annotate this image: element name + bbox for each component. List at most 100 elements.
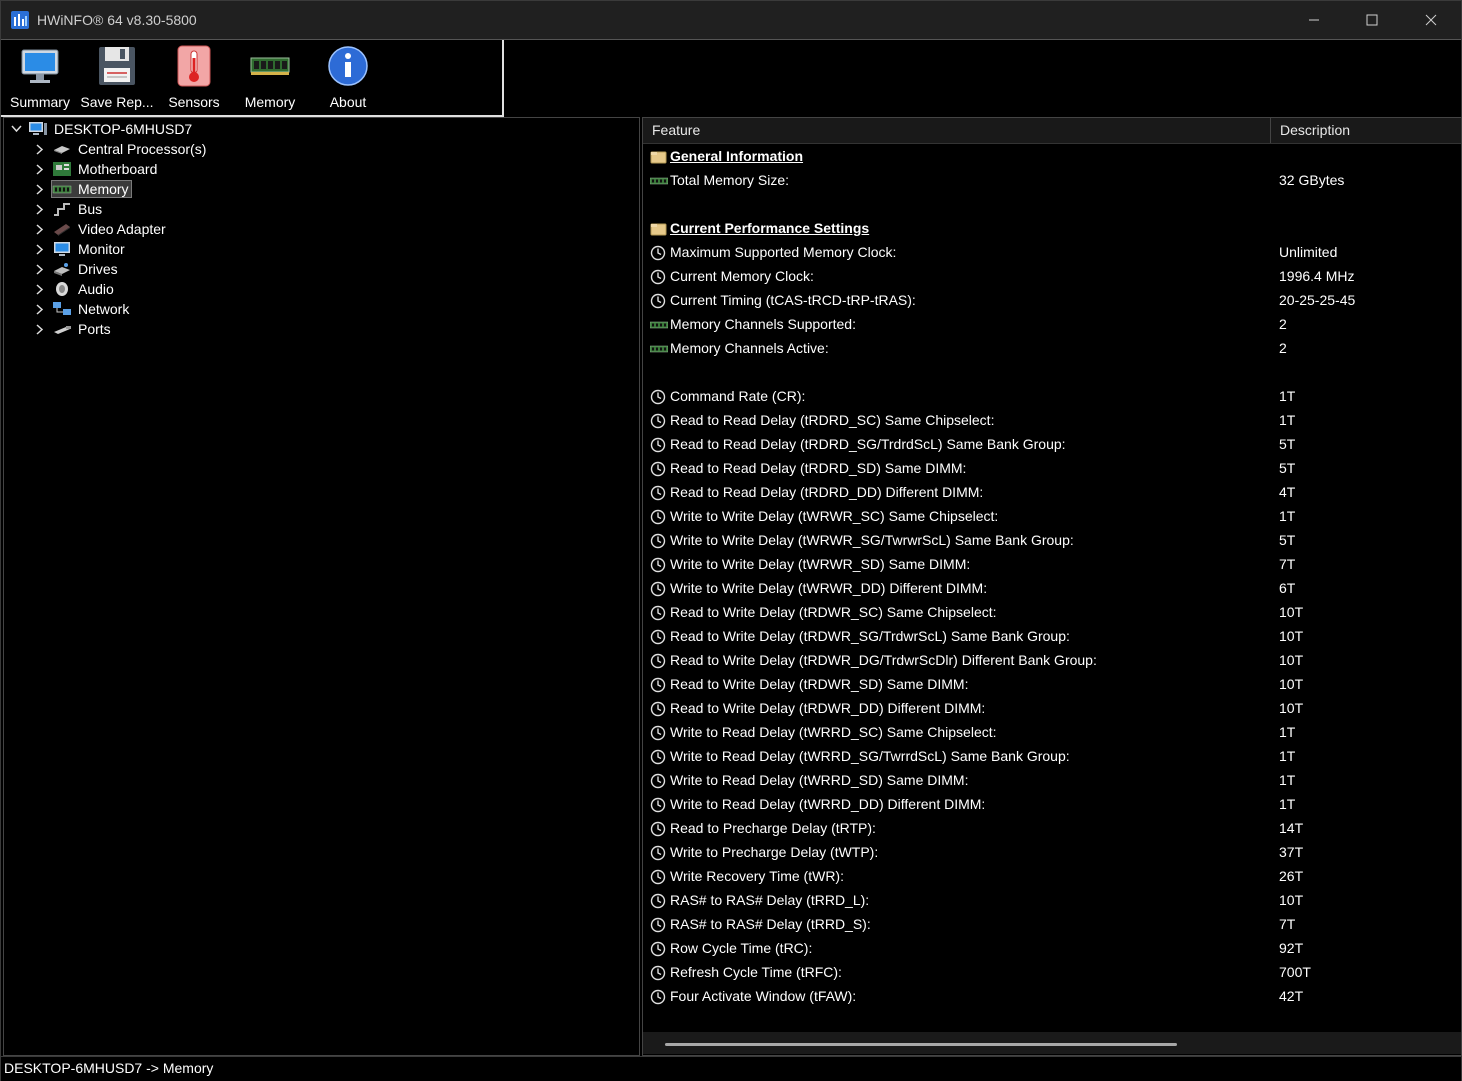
table-row[interactable]: Read to Write Delay (tRDWR_SG/TrdwrScL) … [643, 625, 1461, 649]
section-header-row[interactable]: Current Performance Settings [643, 217, 1461, 241]
section-title: Current Performance Settings [670, 220, 870, 236]
chevron-right-icon[interactable] [34, 259, 46, 279]
close-button[interactable] [1402, 1, 1460, 39]
tree-item-network[interactable]: Network [34, 299, 131, 319]
tree-item-memory[interactable]: Memory [34, 179, 132, 199]
tree-item-motherboard[interactable]: Motherboard [34, 159, 159, 179]
summary-button[interactable]: Summary [6, 42, 74, 112]
table-row[interactable]: Write to Write Delay (tWRWR_SC) Same Chi… [643, 505, 1461, 529]
about-button[interactable]: About [315, 42, 381, 112]
feature-label: Write to Write Delay (tWRWR_DD) Differen… [670, 580, 988, 596]
table-row[interactable]: RAS# to RAS# Delay (tRRD_S): 7T [643, 913, 1461, 937]
feature-label: Read to Precharge Delay (tRTP): [670, 820, 876, 836]
clock-icon [650, 845, 666, 861]
table-row[interactable]: Write to Read Delay (tWRRD_SD) Same DIMM… [643, 769, 1461, 793]
save-report-button[interactable]: Save Rep... [79, 42, 155, 112]
column-divider[interactable] [1270, 118, 1271, 143]
chevron-right-icon[interactable] [34, 199, 46, 219]
table-row[interactable]: Write to Write Delay (tWRWR_SD) Same DIM… [643, 553, 1461, 577]
description-value: 42T [1279, 988, 1304, 1004]
table-row[interactable]: Read to Write Delay (tRDWR_DG/TrdwrScDlr… [643, 649, 1461, 673]
table-row[interactable]: Current Memory Clock: 1996.4 MHz [643, 265, 1461, 289]
table-row[interactable]: Row Cycle Time (tRC): 92T [643, 937, 1461, 961]
feature-label: Maximum Supported Memory Clock: [670, 244, 897, 260]
table-row[interactable]: Current Timing (tCAS-tRCD-tRP-tRAS): 20-2… [643, 289, 1461, 313]
table-row[interactable]: Write to Read Delay (tWRRD_SC) Same Chip… [643, 721, 1461, 745]
chevron-down-icon[interactable] [10, 119, 22, 139]
section-header-row[interactable]: General Information [643, 145, 1461, 169]
tree-item-monitor[interactable]: Monitor [34, 239, 127, 259]
table-row[interactable]: Write to Write Delay (tWRWR_SG/TwrwrScL)… [643, 529, 1461, 553]
table-row[interactable]: Memory Channels Supported: 2 [643, 313, 1461, 337]
table-row[interactable]: Write to Precharge Delay (tWTP): 37T [643, 841, 1461, 865]
title-bar[interactable]: HWiNFO® 64 v8.30-5800 [1, 1, 1461, 39]
feature-label: Read to Write Delay (tRDWR_SC) Same Chip… [670, 604, 997, 620]
description-value: 1T [1279, 748, 1296, 764]
tree-item-audio[interactable]: Audio [34, 279, 116, 299]
table-row[interactable]: RAS# to RAS# Delay (tRRD_L): 10T [643, 889, 1461, 913]
sensors-button[interactable]: Sensors [161, 42, 227, 112]
table-row[interactable]: Four Activate Window (tFAW): 42T [643, 985, 1461, 1009]
feature-label: Current Memory Clock: [670, 268, 814, 284]
chevron-right-icon[interactable] [34, 319, 46, 339]
memory-module-icon [250, 57, 290, 75]
feature-label: Refresh Cycle Time (tRFC): [670, 964, 842, 980]
tree-item-ports[interactable]: Ports [34, 319, 113, 339]
feature-label: Memory Channels Active: [670, 340, 829, 356]
tree-item-bus[interactable]: Bus [34, 199, 104, 219]
table-row[interactable]: Read to Read Delay (tRDRD_SD) Same DIMM:… [643, 457, 1461, 481]
drive-icon [54, 263, 70, 276]
tree-item-drives[interactable]: Drives [34, 259, 120, 279]
clock-icon [650, 437, 666, 453]
table-row[interactable]: Read to Read Delay (tRDRD_SG/TrdrdScL) S… [643, 433, 1461, 457]
device-tree[interactable]: DESKTOP-6MHUSD7 Central Processor(s) Mot… [3, 117, 640, 1056]
table-row[interactable]: Write Recovery Time (tWR): 26T [643, 865, 1461, 889]
table-row[interactable]: Read to Read Delay (tRDRD_SC) Same Chips… [643, 409, 1461, 433]
column-header-description[interactable]: Description [1280, 122, 1350, 138]
chevron-right-icon[interactable] [34, 159, 46, 179]
chevron-right-icon[interactable] [34, 139, 46, 159]
description-value: 32 GBytes [1279, 172, 1345, 188]
tree-item-label: Motherboard [78, 161, 158, 177]
scrollbar-thumb[interactable] [665, 1043, 1177, 1046]
window-title: HWiNFO® 64 v8.30-5800 [37, 12, 197, 28]
table-row[interactable]: Read to Write Delay (tRDWR_SC) Same Chip… [643, 601, 1461, 625]
speaker-icon [56, 282, 68, 296]
table-row[interactable]: Memory Channels Active: 2 [643, 337, 1461, 361]
table-row[interactable]: Read to Write Delay (tRDWR_SD) Same DIMM… [643, 673, 1461, 697]
tree-root[interactable]: DESKTOP-6MHUSD7 [10, 119, 194, 139]
tree-item-cpu[interactable]: Central Processor(s) [34, 139, 208, 159]
description-value: 1T [1279, 796, 1296, 812]
table-row[interactable]: Refresh Cycle Time (tRFC): 700T [643, 961, 1461, 985]
description-value: 10T [1279, 700, 1304, 716]
app-window: HWiNFO® 64 v8.30-5800 Summary Save Rep..… [0, 0, 1462, 1081]
minimize-button[interactable] [1285, 1, 1343, 39]
memory-button[interactable]: Memory [237, 42, 303, 112]
table-row[interactable]: Read to Write Delay (tRDWR_DD) Different… [643, 697, 1461, 721]
feature-label: Write to Write Delay (tWRWR_SD) Same DIM… [670, 556, 971, 572]
chevron-right-icon[interactable] [34, 179, 46, 199]
description-value: 10T [1279, 676, 1304, 692]
table-row[interactable]: Total Memory Size: 32 GBytes [643, 169, 1461, 193]
table-row[interactable]: Write to Read Delay (tWRRD_SG/TwrrdScL) … [643, 745, 1461, 769]
chevron-right-icon[interactable] [34, 279, 46, 299]
clock-icon [650, 389, 666, 405]
computer-icon [29, 122, 47, 135]
feature-label: Read to Write Delay (tRDWR_SD) Same DIMM… [670, 676, 969, 692]
maximize-button[interactable] [1343, 1, 1401, 39]
table-row[interactable]: Read to Precharge Delay (tRTP): 14T [643, 817, 1461, 841]
details-list[interactable]: Feature Description General Information T… [642, 117, 1462, 1056]
clock-icon [650, 581, 666, 597]
chevron-right-icon[interactable] [34, 299, 46, 319]
chevron-right-icon[interactable] [34, 239, 46, 259]
table-row[interactable]: Write to Read Delay (tWRRD_DD) Different… [643, 793, 1461, 817]
clock-icon [650, 485, 666, 501]
table-row[interactable]: Read to Read Delay (tRDRD_DD) Different … [643, 481, 1461, 505]
clock-icon [650, 677, 666, 693]
column-header-feature[interactable]: Feature [652, 122, 700, 138]
table-row[interactable]: Maximum Supported Memory Clock: Unlimited [643, 241, 1461, 265]
chevron-right-icon[interactable] [34, 219, 46, 239]
table-row[interactable]: Write to Write Delay (tWRWR_DD) Differen… [643, 577, 1461, 601]
tree-item-video-adapter[interactable]: Video Adapter [34, 219, 168, 239]
table-row[interactable]: Command Rate (CR): 1T [643, 385, 1461, 409]
